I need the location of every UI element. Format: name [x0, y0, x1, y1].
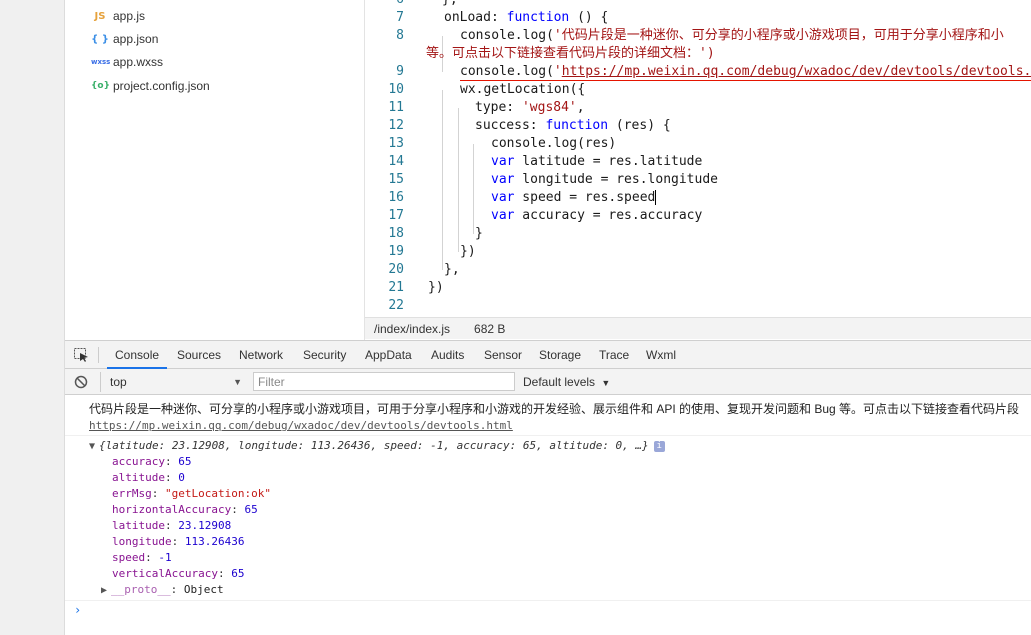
tab-wxml[interactable]: Wxml — [646, 341, 676, 369]
file-name: app.wxss — [113, 55, 164, 69]
console-toolbar: top ▼ Default levels ▼ — [65, 369, 1031, 395]
code-line-21: 21 }) — [388, 280, 444, 295]
file-item-project-config[interactable]: {o} project.config.json — [91, 76, 210, 96]
tab-sources[interactable]: Sources — [177, 341, 221, 369]
info-icon: i — [653, 440, 665, 452]
log-levels-select[interactable]: Default levels ▼ — [523, 372, 610, 392]
file-path: /index/index.js — [374, 321, 451, 336]
file-size: 682 B — [474, 321, 506, 336]
collapsed-triangle-icon: ▶ — [101, 585, 108, 596]
activity-bar — [0, 0, 65, 635]
tab-console[interactable]: Console — [107, 341, 168, 369]
console-link[interactable]: https://mp.weixin.qq.com/debug/wxadoc/de… — [89, 419, 513, 432]
object-property: errMsg: "getLocation:ok" — [112, 487, 271, 500]
tab-network[interactable]: Network — [239, 341, 283, 369]
object-property: speed: -1 — [112, 551, 172, 564]
config-file-icon: {o} — [91, 81, 110, 91]
dropdown-arrow-icon: ▼ — [601, 378, 611, 388]
code-line-14: 14 var latitude = res.latitude — [388, 154, 703, 169]
object-property: latitude: 23.12908 — [112, 519, 232, 532]
code-line-22: 22 — [388, 298, 404, 313]
tab-sensor[interactable]: Sensor — [484, 341, 522, 369]
code-line-6: 6 }, — [365, 0, 1031, 9]
file-name: project.config.json — [113, 79, 210, 93]
tab-divider — [98, 347, 99, 363]
code-line-8-wrapped: 等。可点击以下链接查看代码片段的详细文档：') — [426, 46, 715, 61]
tab-storage[interactable]: Storage — [539, 341, 581, 369]
row-divider — [65, 435, 1031, 436]
code-line-7: 7 onLoad: function () { — [396, 10, 609, 25]
tab-audits[interactable]: Audits — [431, 341, 464, 369]
devtools-panel: Console Sources Network Security AppData… — [65, 340, 1031, 635]
code-line-10: 10 wx.getLocation({ — [388, 82, 586, 97]
console-prompt-icon[interactable]: › — [74, 603, 81, 617]
code-line-9: 9 console.log('https://mp.weixin.qq.com/… — [365, 63, 1031, 81]
js-file-icon: JS — [94, 10, 106, 22]
object-summary[interactable]: ▼ {latitude: 23.12908, longitude: 113.264… — [89, 438, 665, 455]
code-line-8: 8 console.log('代码片段是一种迷你、可分享的小程序或小游戏项目，可… — [396, 28, 1004, 43]
file-name: app.json — [113, 32, 159, 46]
wxss-file-icon: wxss — [91, 58, 111, 66]
tab-security[interactable]: Security — [303, 341, 346, 369]
log-levels-value: Default levels — [523, 375, 596, 389]
object-property: verticalAccuracy: 65 — [112, 567, 245, 580]
text-cursor — [655, 190, 657, 205]
file-item-app-wxss[interactable]: wxss app.wxss — [91, 52, 163, 72]
code-line-16: 16 var speed = res.speed — [388, 190, 657, 205]
object-property: accuracy: 65 — [112, 455, 192, 468]
object-property: altitude: 0 — [112, 471, 185, 484]
code-url-link: https://mp.weixin.qq.com/debug/wxadoc/de… — [561, 64, 1031, 79]
code-line-15: 15 var longitude = res.longitude — [388, 172, 718, 187]
console-output: 代码片段是一种迷你、可分享的小程序或小游戏项目，可用于分享小程序和小游戏的开发经… — [65, 396, 1031, 635]
file-item-app-js[interactable]: JS app.js — [91, 6, 146, 26]
dropdown-arrow-icon: ▼ — [233, 377, 242, 387]
code-line-12: 12 success: function (res) { — [388, 118, 671, 133]
context-value: top — [110, 375, 127, 389]
object-proto[interactable]: ▶ __proto__: Object — [101, 582, 224, 599]
code-line-13: 13 console.log(res) — [388, 136, 617, 151]
code-editor[interactable]: 6 }, 7 onLoad: function () { 8 console.l… — [365, 0, 1031, 317]
row-divider — [65, 600, 1031, 601]
code-line-18: 18 } — [388, 226, 483, 241]
context-select[interactable]: top ▼ — [100, 372, 242, 392]
tab-trace[interactable]: Trace — [599, 341, 629, 369]
object-property: longitude: 113.26436 — [112, 535, 245, 548]
expanded-triangle-icon: ▼ — [89, 441, 96, 452]
code-line-20: 20 }, — [388, 262, 460, 277]
file-tree: JS app.js { } app.json wxss app.wxss {o}… — [65, 0, 365, 340]
object-property: horizontalAccuracy: 65 — [112, 503, 258, 516]
code-line-19: 19 }) — [388, 244, 476, 259]
code-line-17: 17 var accuracy = res.accuracy — [388, 208, 703, 223]
code-line-11: 11 type: 'wgs84', — [388, 100, 585, 115]
editor-status-bar: /index/index.js 682 B — [365, 317, 1031, 339]
json-file-icon: { } — [91, 33, 109, 45]
console-message: 代码片段是一种迷你、可分享的小程序或小游戏项目，可用于分享小程序和小游戏的开发经… — [89, 402, 1020, 416]
file-name: app.js — [113, 9, 146, 23]
inspect-element-icon[interactable] — [74, 348, 89, 362]
tab-appdata[interactable]: AppData — [365, 341, 412, 369]
devtools-tab-bar: Console Sources Network Security AppData… — [65, 341, 1031, 369]
clear-console-icon[interactable] — [74, 375, 88, 389]
file-item-app-json[interactable]: { } app.json — [91, 29, 158, 49]
filter-input[interactable] — [253, 372, 515, 391]
